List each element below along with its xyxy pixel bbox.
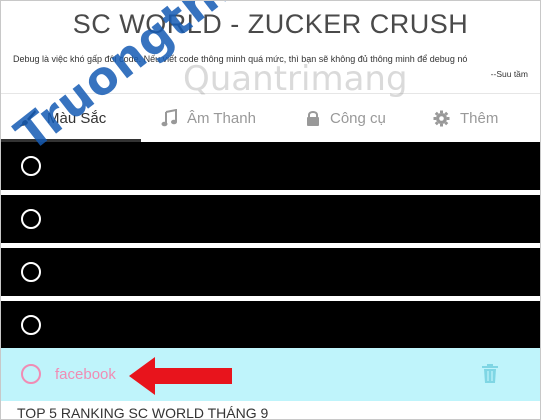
app-frame: SC WORLD - ZUCKER CRUSH Debug là việc kh… bbox=[0, 0, 541, 420]
color-option-black-1[interactable] bbox=[1, 142, 540, 190]
quote-credit: --Suu tầm bbox=[490, 69, 528, 79]
radio-button[interactable] bbox=[21, 315, 41, 335]
color-option-black-2[interactable] bbox=[1, 195, 540, 243]
radio-button[interactable] bbox=[21, 209, 41, 229]
color-options-list bbox=[1, 142, 540, 354]
tab-colors-label: Màu Sắc bbox=[47, 109, 107, 127]
red-arrow-annotation bbox=[129, 357, 233, 400]
tab-bar: Màu Sắc Âm Thanh Công cụ Thêm bbox=[1, 93, 540, 142]
radio-button[interactable] bbox=[21, 156, 41, 176]
tab-tools-label: Công cụ bbox=[330, 109, 386, 127]
lock-icon bbox=[306, 110, 320, 127]
ranking-heading: TOP 5 RANKING SC WORLD THÁNG 9 bbox=[17, 405, 269, 420]
tab-tools[interactable]: Công cụ bbox=[306, 94, 386, 142]
page-title: SC WORLD - ZUCKER CRUSH bbox=[72, 9, 469, 39]
color-option-black-4[interactable] bbox=[1, 301, 540, 349]
color-option-facebook[interactable]: facebook bbox=[1, 348, 540, 401]
facebook-option-label: facebook bbox=[55, 366, 116, 383]
gear-icon bbox=[433, 110, 450, 127]
radio-button[interactable] bbox=[21, 364, 41, 384]
tab-sound[interactable]: Âm Thanh bbox=[161, 94, 256, 142]
tab-more-label: Thêm bbox=[460, 109, 499, 127]
tab-more[interactable]: Thêm bbox=[433, 94, 498, 142]
tab-colors[interactable]: Màu Sắc bbox=[19, 94, 106, 142]
tab-sound-label: Âm Thanh bbox=[187, 109, 256, 127]
trash-icon[interactable] bbox=[482, 364, 498, 388]
music-note-icon bbox=[161, 109, 177, 127]
radio-button[interactable] bbox=[21, 262, 41, 282]
color-option-black-3[interactable] bbox=[1, 248, 540, 296]
debug-quote: Debug là việc khó gấp đôi code. Nếu viết… bbox=[13, 54, 468, 64]
brush-icon bbox=[19, 109, 37, 127]
